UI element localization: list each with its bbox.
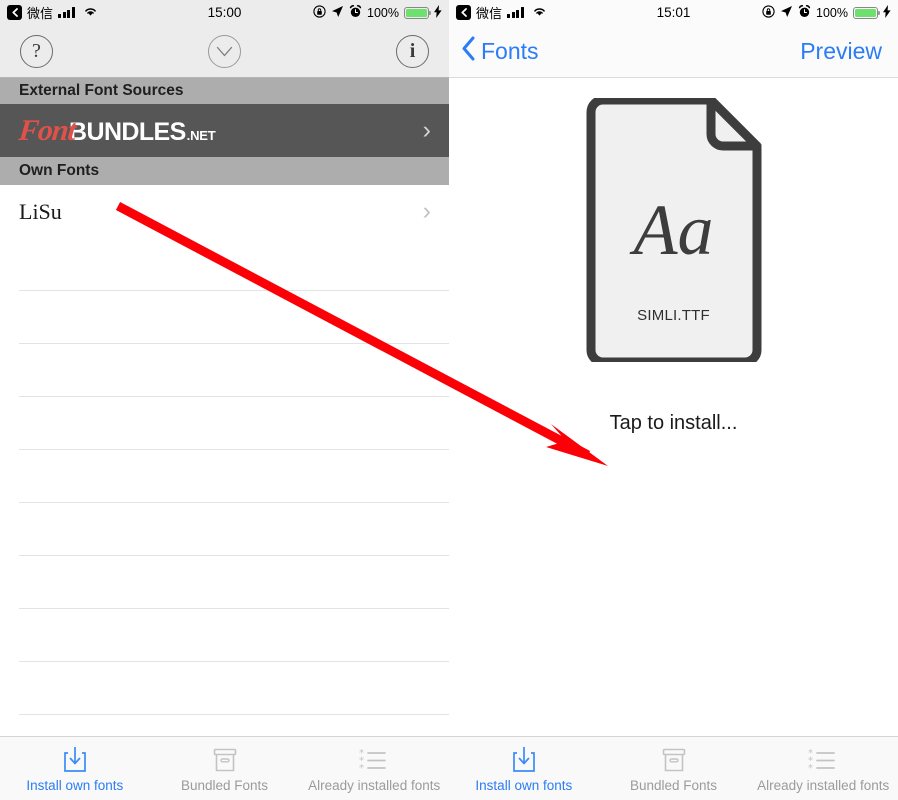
- fontbundles-promo-row[interactable]: Font BUNDLES .NET ›: [0, 104, 449, 157]
- tap-to-install-caption: Tap to install...: [609, 412, 738, 434]
- checkmark-circle-icon[interactable]: [208, 34, 241, 68]
- empty-list-row: [19, 344, 449, 397]
- font-name-label: LiSu: [19, 198, 62, 224]
- font-sources-list: External Font Sources Font BUNDLES .NET …: [0, 78, 449, 736]
- empty-list-row: [19, 662, 449, 715]
- fontbundles-logo: Font BUNDLES .NET: [17, 113, 216, 148]
- back-arrow-icon[interactable]: [456, 5, 471, 20]
- rotation-lock-icon: [313, 4, 326, 21]
- list-item-font-lisu[interactable]: LiSu ›: [0, 185, 449, 238]
- battery-full-icon: [404, 6, 432, 19]
- svg-text:*: *: [808, 763, 813, 774]
- carrier-label: 微信: [476, 6, 503, 21]
- empty-list-row: [19, 238, 449, 291]
- empty-list-row: [19, 503, 449, 556]
- dual-screenshot-comparison: 微信 15:00 100% ? i External Font Sources …: [0, 0, 898, 800]
- starred-list-icon: * * *: [357, 745, 391, 775]
- wifi-icon: [532, 5, 547, 20]
- archive-box-icon: [659, 745, 689, 775]
- tab-label: Bundled Fonts: [629, 777, 718, 793]
- empty-list-row: [19, 556, 449, 609]
- tab-label: Install own fonts: [475, 777, 573, 793]
- tab-label: Install own fonts: [26, 777, 124, 793]
- rotation-lock-icon: [762, 4, 775, 21]
- status-bar-left-group: 微信: [456, 3, 547, 22]
- archive-box-icon: [210, 745, 240, 775]
- tab-bar-right: Install own fonts Bundled Fonts * * * Al…: [449, 736, 898, 800]
- svg-text:*: *: [359, 763, 364, 774]
- tab-bundled-fonts[interactable]: Bundled Fonts: [599, 737, 749, 800]
- empty-list-row: [19, 450, 449, 503]
- empty-list-rows: [0, 238, 449, 736]
- tab-install-own-fonts[interactable]: Install own fonts: [449, 737, 599, 800]
- tab-bar-left: Install own fonts Bundled Fonts * * * Al…: [0, 736, 449, 800]
- download-box-icon: [509, 745, 539, 775]
- tab-already-installed-fonts[interactable]: * * * Already installed fonts: [748, 737, 898, 800]
- install-font-target[interactable]: Aa SIMLI.TTF Tap to install...: [449, 95, 898, 435]
- help-button[interactable]: ?: [20, 34, 53, 68]
- tab-label: Bundled Fonts: [180, 777, 269, 793]
- section-header-external-font-sources: External Font Sources: [0, 78, 449, 104]
- lightning-bolt-icon: [434, 4, 442, 21]
- section-header-own-fonts: Own Fonts: [0, 157, 449, 185]
- back-arrow-icon[interactable]: [7, 5, 22, 20]
- carrier-label: 微信: [27, 6, 54, 21]
- battery-percent-label: 100%: [367, 5, 399, 20]
- back-to-fonts-button[interactable]: Fonts: [461, 36, 539, 66]
- tab-already-installed-fonts[interactable]: * * * Already installed fonts: [299, 737, 449, 800]
- status-bar-left: 微信 15:00 100%: [0, 0, 449, 25]
- preview-button[interactable]: Preview: [800, 38, 882, 65]
- empty-list-row: [19, 609, 449, 662]
- logo-net-word: .NET: [186, 127, 216, 143]
- battery-percent-label: 100%: [816, 5, 848, 20]
- tab-bundled-fonts[interactable]: Bundled Fonts: [150, 737, 300, 800]
- chevron-right-icon: ›: [422, 116, 431, 144]
- font-file-preview-area: Aa SIMLI.TTF Tap to install...: [449, 78, 898, 736]
- empty-list-row: [19, 291, 449, 344]
- chevron-left-icon: [461, 36, 476, 66]
- wifi-icon: [83, 5, 98, 20]
- logo-font-word: Font: [17, 113, 77, 147]
- download-box-icon: [60, 745, 90, 775]
- signal-bars-icon: [58, 7, 75, 18]
- tab-label: Already installed fonts: [757, 777, 890, 793]
- chevron-right-icon: ›: [422, 197, 431, 225]
- tab-install-own-fonts[interactable]: Install own fonts: [0, 737, 150, 800]
- status-bar-right: 微信 15:01 100%: [449, 0, 898, 25]
- info-button[interactable]: i: [396, 34, 429, 68]
- empty-list-row: [19, 715, 449, 736]
- left-toolbar: ? i: [0, 25, 449, 78]
- alarm-clock-icon: [798, 4, 811, 21]
- back-label: Fonts: [481, 37, 539, 64]
- tab-label: Already installed fonts: [308, 777, 441, 793]
- alarm-clock-icon: [349, 4, 362, 21]
- starred-list-icon: * * *: [806, 745, 840, 775]
- navigation-bar: Fonts Preview: [449, 25, 898, 78]
- document-file-icon: Aa SIMLI.TTF: [579, 95, 769, 367]
- empty-list-row: [19, 397, 449, 450]
- signal-bars-icon: [507, 7, 524, 18]
- location-arrow-icon: [331, 5, 344, 21]
- battery-full-icon: [853, 6, 881, 19]
- left-phone-screen: 微信 15:00 100% ? i External Font Sources …: [0, 0, 449, 800]
- logo-bundles-word: BUNDLES: [69, 117, 186, 146]
- status-bar-right-group: 100%: [762, 4, 891, 21]
- lightning-bolt-icon: [883, 4, 891, 21]
- location-arrow-icon: [780, 5, 793, 21]
- status-bar-right-group: 100%: [313, 4, 442, 21]
- status-bar-left-group: 微信: [7, 3, 98, 22]
- right-phone-screen: 微信 15:01 100% Fonts Preview Aa SIMLI.TTF…: [449, 0, 898, 800]
